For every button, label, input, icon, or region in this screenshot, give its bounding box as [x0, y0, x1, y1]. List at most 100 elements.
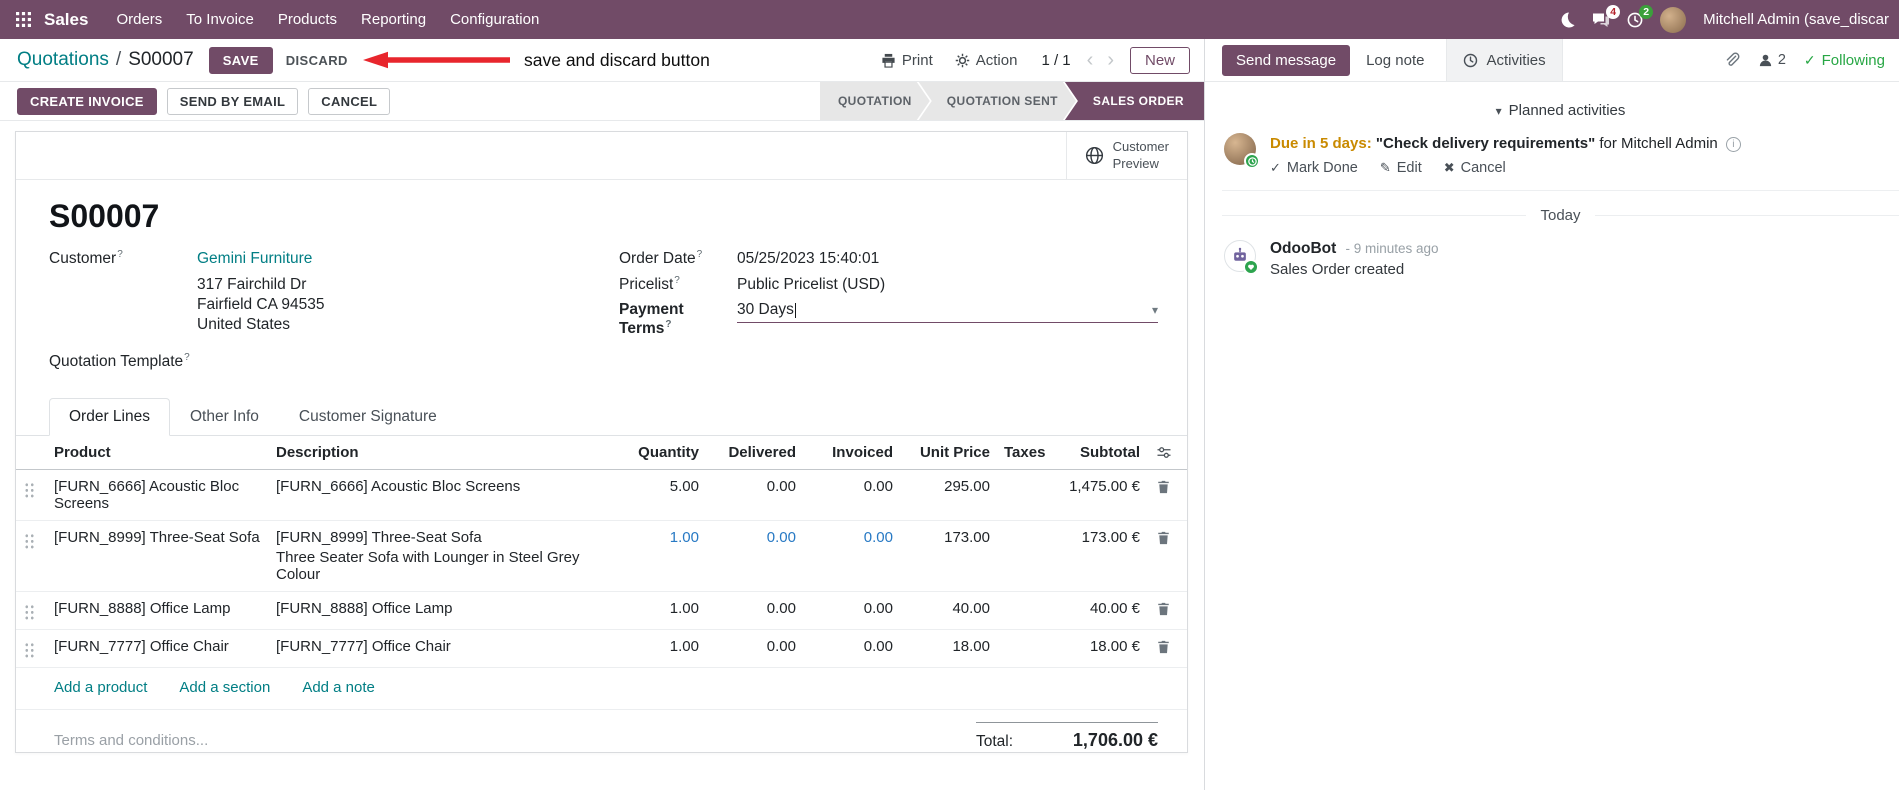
cell-invoiced[interactable]: 0.00 — [800, 470, 897, 503]
cell-product[interactable]: [FURN_7777] Office Chair — [46, 630, 276, 663]
payment-terms-input[interactable]: 30 Days ▾ — [737, 301, 1158, 324]
cell-quantity[interactable]: 5.00 — [615, 470, 703, 503]
pager-previous-icon[interactable]: ‹ — [1087, 50, 1094, 70]
cell-invoiced[interactable]: 0.00 — [800, 630, 897, 663]
menu-orders[interactable]: Orders — [104, 0, 174, 39]
menu-products[interactable]: Products — [266, 0, 349, 39]
delete-line-icon[interactable] — [1157, 531, 1170, 545]
message-author[interactable]: OdooBot — [1270, 240, 1336, 257]
mark-done-button[interactable]: ✓ Mark Done — [1270, 160, 1358, 176]
col-taxes[interactable]: Taxes — [994, 444, 1062, 461]
status-sales-order[interactable]: SALES ORDER — [1064, 82, 1204, 120]
col-product[interactable]: Product — [46, 444, 276, 461]
pager-next-icon[interactable]: › — [1107, 50, 1114, 70]
print-button[interactable]: Print — [875, 48, 939, 73]
optional-columns-icon[interactable] — [1156, 446, 1172, 459]
activities-tab[interactable]: Activities — [1446, 39, 1563, 81]
cell-delivered[interactable]: 0.00 — [703, 521, 800, 554]
create-invoice-button[interactable]: CREATE INVOICE — [17, 87, 157, 115]
order-line-row[interactable]: [FURN_8888] Office Lamp [FURN_8888] Offi… — [16, 592, 1187, 630]
cell-unit-price[interactable]: 173.00 — [897, 521, 994, 554]
terms-placeholder[interactable]: Terms and conditions... — [54, 722, 208, 751]
col-unit-price[interactable]: Unit Price — [897, 444, 994, 461]
cell-description[interactable]: [FURN_8888] Office Lamp — [276, 592, 615, 625]
following-button[interactable]: ✓ Following — [1804, 52, 1885, 69]
add-a-note-link[interactable]: Add a note — [302, 679, 375, 696]
app-brand[interactable]: Sales — [44, 10, 88, 30]
messages-icon[interactable]: 4 — [1592, 4, 1621, 28]
drag-handle-icon[interactable] — [23, 603, 35, 621]
activities-icon[interactable]: 2 — [1627, 4, 1654, 28]
cell-description[interactable]: [FURN_8999] Three-Seat Sofa Three Seater… — [276, 521, 615, 591]
cell-unit-price[interactable]: 295.00 — [897, 470, 994, 503]
moon-icon[interactable] — [1559, 12, 1575, 28]
drag-handle-icon[interactable] — [23, 481, 35, 499]
cell-delivered[interactable]: 0.00 — [703, 630, 800, 663]
cancel-activity-button[interactable]: ✖ Cancel — [1444, 160, 1506, 176]
cell-unit-price[interactable]: 18.00 — [897, 630, 994, 663]
tab-other-info[interactable]: Other Info — [170, 398, 279, 436]
send-message-button[interactable]: Send message — [1222, 44, 1351, 76]
user-avatar[interactable] — [1660, 6, 1687, 33]
log-note-button[interactable]: Log note — [1354, 46, 1436, 75]
col-description[interactable]: Description — [276, 444, 615, 461]
add-a-product-link[interactable]: Add a product — [54, 679, 147, 696]
drag-handle-icon[interactable] — [23, 641, 35, 659]
planned-activities-header[interactable]: ▾ Planned activities — [1222, 94, 1899, 131]
cell-quantity[interactable]: 1.00 — [615, 592, 703, 625]
order-date-value[interactable]: 05/25/2023 15:40:01 — [737, 250, 879, 268]
cell-delivered[interactable]: 0.00 — [703, 470, 800, 503]
cell-description[interactable]: [FURN_7777] Office Chair — [276, 630, 615, 663]
customer-preview-button[interactable]: Customer Preview — [1065, 132, 1187, 179]
followers-button[interactable]: 2 — [1758, 52, 1786, 68]
cancel-button[interactable]: CANCEL — [308, 87, 391, 115]
cell-quantity[interactable]: 1.00 — [615, 521, 703, 554]
cell-taxes[interactable] — [994, 592, 1062, 608]
edit-activity-button[interactable]: ✎ Edit — [1380, 160, 1422, 176]
menu-configuration[interactable]: Configuration — [438, 0, 551, 39]
cell-description[interactable]: [FURN_6666] Acoustic Bloc Screens — [276, 470, 615, 503]
cell-delivered[interactable]: 0.00 — [703, 592, 800, 625]
attachment-icon[interactable] — [1724, 52, 1740, 68]
cell-invoiced[interactable]: 0.00 — [800, 521, 897, 554]
order-line-row[interactable]: [FURN_8999] Three-Seat Sofa [FURN_8999] … — [16, 521, 1187, 592]
status-quotation-sent[interactable]: QUOTATION SENT — [919, 82, 1076, 120]
send-by-email-button[interactable]: SEND BY EMAIL — [166, 87, 299, 115]
col-quantity[interactable]: Quantity — [615, 444, 703, 461]
action-button[interactable]: Action — [949, 48, 1024, 73]
col-subtotal[interactable]: Subtotal — [1062, 444, 1144, 461]
delete-line-icon[interactable] — [1157, 640, 1170, 654]
order-line-row[interactable]: [FURN_7777] Office Chair [FURN_7777] Off… — [16, 630, 1187, 668]
cell-invoiced[interactable]: 0.00 — [800, 592, 897, 625]
status-quotation[interactable]: QUOTATION — [820, 82, 930, 120]
customer-value[interactable]: Gemini Furniture — [197, 250, 312, 268]
tab-customer-signature[interactable]: Customer Signature — [279, 398, 457, 436]
cell-taxes[interactable] — [994, 470, 1062, 486]
discard-button[interactable]: DISCARD — [277, 48, 357, 73]
cell-unit-price[interactable]: 40.00 — [897, 592, 994, 625]
cell-taxes[interactable] — [994, 521, 1062, 537]
quotation-template-field-row[interactable]: Quotation Template? — [49, 352, 619, 371]
delete-line-icon[interactable] — [1157, 480, 1170, 494]
new-button[interactable]: New — [1129, 46, 1190, 74]
cell-taxes[interactable] — [994, 630, 1062, 646]
col-invoiced[interactable]: Invoiced — [800, 444, 897, 461]
menu-reporting[interactable]: Reporting — [349, 0, 438, 39]
pricelist-value[interactable]: Public Pricelist (USD) — [737, 276, 885, 294]
col-delivered[interactable]: Delivered — [703, 444, 800, 461]
menu-to-invoice[interactable]: To Invoice — [174, 0, 266, 39]
dropdown-caret-icon[interactable]: ▾ — [1152, 303, 1158, 317]
add-a-section-link[interactable]: Add a section — [179, 679, 270, 696]
order-line-row[interactable]: [FURN_6666] Acoustic Bloc Screens [FURN_… — [16, 470, 1187, 521]
breadcrumb-quotations[interactable]: Quotations — [17, 49, 109, 71]
save-button[interactable]: SAVE — [208, 46, 273, 74]
info-icon[interactable]: i — [1725, 137, 1741, 153]
cell-quantity[interactable]: 1.00 — [615, 630, 703, 663]
cell-product[interactable]: [FURN_8999] Three-Seat Sofa — [46, 521, 276, 554]
drag-handle-icon[interactable] — [23, 532, 35, 550]
cell-product[interactable]: [FURN_6666] Acoustic Bloc Screens — [46, 470, 276, 520]
apps-menu-icon[interactable] — [10, 7, 36, 33]
cell-product[interactable]: [FURN_8888] Office Lamp — [46, 592, 276, 625]
tab-order-lines[interactable]: Order Lines — [49, 397, 170, 436]
delete-line-icon[interactable] — [1157, 602, 1170, 616]
